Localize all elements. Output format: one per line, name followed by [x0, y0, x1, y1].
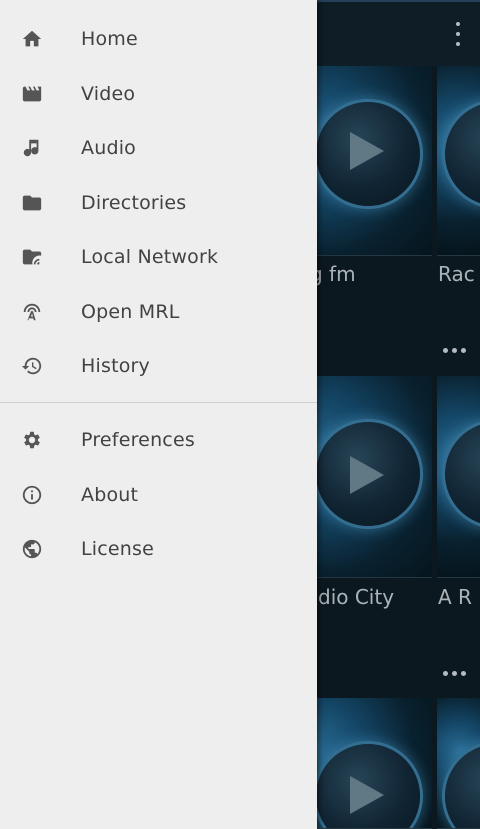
nav-item-open-mrl[interactable]: Open MRL: [0, 285, 317, 339]
nav-item-about[interactable]: About: [0, 468, 317, 522]
movie-icon: [20, 82, 44, 106]
network-folder-icon: [20, 245, 44, 269]
nav-item-directories[interactable]: Directories: [0, 176, 317, 230]
broadcast-icon: [20, 300, 44, 324]
menu-divider: [0, 402, 317, 403]
nav-item-video[interactable]: Video: [0, 67, 317, 121]
nav-item-label: Open MRL: [81, 301, 180, 323]
nav-item-local-network[interactable]: Local Network: [0, 230, 317, 284]
home-icon: [20, 27, 44, 51]
info-icon: [20, 483, 44, 507]
gear-icon: [20, 428, 44, 452]
globe-icon: [20, 537, 44, 561]
nav-item-history[interactable]: History: [0, 339, 317, 393]
nav-item-license[interactable]: License: [0, 522, 317, 576]
nav-item-preferences[interactable]: Preferences: [0, 413, 317, 467]
nav-item-label: About: [81, 484, 139, 506]
music-note-icon: [20, 136, 44, 160]
nav-item-label: Local Network: [81, 246, 219, 268]
nav-item-label: License: [81, 538, 155, 560]
navigation-drawer: Home Video Audio Directories Local Netwo…: [0, 0, 317, 829]
nav-item-label: Audio: [81, 137, 137, 159]
nav-item-label: Preferences: [81, 429, 195, 451]
nav-item-audio[interactable]: Audio: [0, 121, 317, 175]
nav-item-label: History: [81, 355, 150, 377]
nav-item-label: Home: [81, 28, 138, 50]
nav-item-label: Video: [81, 83, 136, 105]
nav-item-home[interactable]: Home: [0, 12, 317, 66]
folder-icon: [20, 191, 44, 215]
nav-item-label: Directories: [81, 192, 187, 214]
history-icon: [20, 354, 44, 378]
